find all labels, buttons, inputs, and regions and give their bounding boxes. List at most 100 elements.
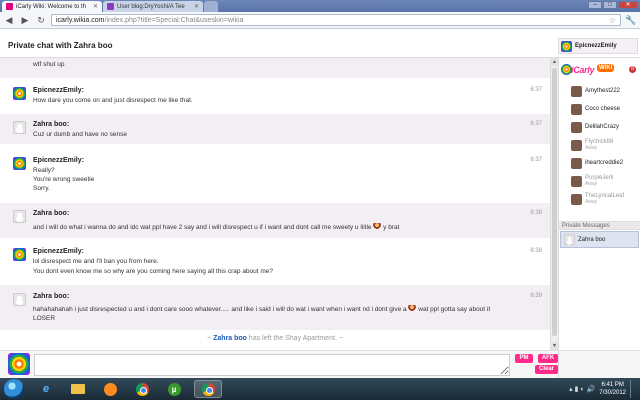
taskbar-ie[interactable]: e [34, 380, 58, 398]
user-list-item[interactable]: DelilahCrazy [561, 118, 639, 136]
system-tray: ▴ ▮ ◐ 🔊 6:41 PM 7/30/2012 [569, 380, 636, 398]
message-text: Really? [33, 167, 55, 174]
avatar [571, 193, 582, 205]
avatar [564, 234, 575, 245]
logo-badge: WIKI [597, 64, 615, 72]
ie-icon: e [42, 383, 50, 395]
message-author[interactable]: EpicnezzEmily: [33, 87, 84, 94]
scroll-down-icon[interactable]: ▼ [551, 342, 558, 350]
bookmark-star-icon[interactable]: ☆ [609, 16, 616, 25]
list-item: EpicnezzEmily: 6:37 How dare you come on… [0, 80, 550, 110]
message-time: 6:37 [530, 87, 542, 93]
message-scrollbar[interactable]: ▲ ▼ [550, 58, 558, 350]
avatar [571, 175, 582, 187]
tab-close-icon[interactable]: ✕ [194, 3, 199, 10]
user-list-item[interactable]: PurpleJerk Away [561, 172, 639, 190]
message-text: and i will do what i wanna do and idc wa… [33, 223, 400, 231]
address-bar[interactable]: icarly.wikia.com /index.php?title=Specia… [51, 14, 621, 26]
message-text: How dare you come on and just disrespect… [33, 97, 193, 104]
list-item: Zahra boo: 6:37 Cuz ur dumb and have no … [0, 114, 550, 144]
logo-text: iCarly [571, 65, 595, 75]
list-item: Zahra boo: 6:39 hahahahahah i just disre… [0, 285, 550, 330]
page-title: Private chat with Zahra boo [8, 41, 113, 50]
message-author[interactable]: Zahra boo: [33, 121, 69, 128]
avatar [13, 248, 26, 261]
user-list: Amythest222 Coco cheese DelilahCrazy Fly… [561, 82, 639, 208]
clock-time: 6:41 PM [601, 382, 624, 388]
avatar [571, 85, 582, 97]
forward-arrow-icon[interactable]: ▶ [19, 14, 31, 26]
wrench-menu-icon[interactable]: 🔧 [625, 15, 637, 26]
taskbar-explorer[interactable] [66, 380, 90, 398]
avatar [571, 121, 582, 133]
system-message-user[interactable]: Zahra boo [213, 335, 247, 342]
reload-icon[interactable]: ↻ [35, 14, 47, 26]
afk-button[interactable]: AFK [538, 354, 558, 363]
tab-user-blog[interactable]: User blog:DryYoshi/A Tee ✕ [103, 1, 203, 12]
pm-button[interactable]: PM [515, 354, 533, 363]
clock-date: 7/30/2012 [599, 390, 626, 396]
icarly-favicon-icon [6, 3, 13, 10]
tab-icarly-wiki[interactable]: iCarly Wiki: Welcome to th ✕ [2, 1, 102, 12]
taskbar-chrome-running[interactable] [194, 380, 222, 398]
taskbar-utorrent[interactable]: µ [162, 380, 186, 398]
minimize-button[interactable]: – [588, 1, 602, 9]
sidebar-footer [558, 350, 640, 378]
list-item: Zahra boo: 6:38 and i will do what i wan… [0, 203, 550, 238]
poop-emoticon-icon [373, 223, 382, 230]
message-author[interactable]: EpicnezzEmily: [33, 157, 84, 164]
wiki-logo: iCarly WIKI 8 [561, 61, 639, 79]
folder-icon [71, 384, 85, 394]
message-author[interactable]: Zahra boo: [33, 210, 69, 217]
chrome-icon [135, 382, 149, 396]
show-desktop-button[interactable] [630, 380, 636, 398]
chrome-icon [201, 382, 215, 396]
url-host: icarly.wikia.com [56, 16, 105, 24]
scroll-thumb[interactable] [552, 68, 557, 336]
current-user-name: EpicnezzEmily [575, 43, 617, 49]
user-list-item[interactable]: iheartcreddie2 [561, 154, 639, 172]
message-time: 6:37 [530, 121, 542, 127]
clock[interactable]: 6:41 PM 7/30/2012 [599, 381, 626, 397]
message-time: 6:39 [530, 293, 542, 299]
message-time: 6:37 [530, 157, 542, 163]
chat-header: Private chat with Zahra boo [0, 30, 640, 58]
utorrent-icon: µ [167, 382, 181, 396]
list-item: EpicnezzEmily: 6:38 lol disrespect me an… [0, 241, 550, 281]
start-button[interactable] [4, 379, 24, 399]
current-user-badge[interactable]: EpicnezzEmily [558, 38, 638, 54]
avatar [13, 121, 26, 134]
chat-message-input[interactable] [34, 354, 510, 376]
url-path: /index.php?title=Special:Chat&useskin=wi… [104, 16, 244, 24]
message-author[interactable]: EpicnezzEmily: [33, 248, 84, 255]
new-tab-button[interactable] [204, 1, 218, 12]
maximize-button[interactable]: □ [603, 1, 617, 9]
avatar [13, 210, 26, 223]
user-list-item[interactable]: TheLyricalLeaf Away [561, 190, 639, 208]
message-text: LOSER [33, 315, 56, 322]
taskbar-chrome[interactable] [130, 380, 154, 398]
user-list-item[interactable]: Flychick88 Away [561, 136, 639, 154]
tab-label: iCarly Wiki: Welcome to th [16, 3, 86, 10]
close-window-button[interactable]: ✕ [618, 1, 638, 9]
browser-nav-bar: ◀ ▶ ↻ icarly.wikia.com /index.php?title=… [0, 12, 640, 29]
avatar [571, 139, 582, 151]
avatar [561, 40, 572, 52]
message-time: 6:38 [530, 248, 542, 254]
user-list-item[interactable]: Amythest222 [561, 82, 639, 100]
back-arrow-icon[interactable]: ◀ [3, 14, 15, 26]
list-item: EpicnezzEmily: 6:37 Really? You're wrong… [0, 149, 550, 199]
scroll-up-icon[interactable]: ▲ [551, 58, 558, 66]
avatar [13, 87, 26, 100]
user-sidebar: iCarly WIKI 8 Amythest222 Coco cheese De… [558, 58, 640, 350]
message-time: 6:38 [530, 210, 542, 216]
message-author[interactable]: Zahra boo: [33, 293, 69, 300]
tray-icons[interactable]: ▴ ▮ ◐ 🔊 [569, 385, 595, 393]
private-message-item[interactable]: Zahra boo [560, 231, 639, 248]
tab-close-icon[interactable]: ✕ [93, 3, 98, 10]
taskbar-media-player[interactable] [98, 380, 122, 398]
message-text: hahahahahah i just disrespected u and i … [33, 305, 491, 313]
user-list-item[interactable]: Coco cheese [561, 100, 639, 118]
clear-button[interactable]: Clear [535, 365, 558, 374]
message-text: Sorry. [33, 185, 50, 192]
